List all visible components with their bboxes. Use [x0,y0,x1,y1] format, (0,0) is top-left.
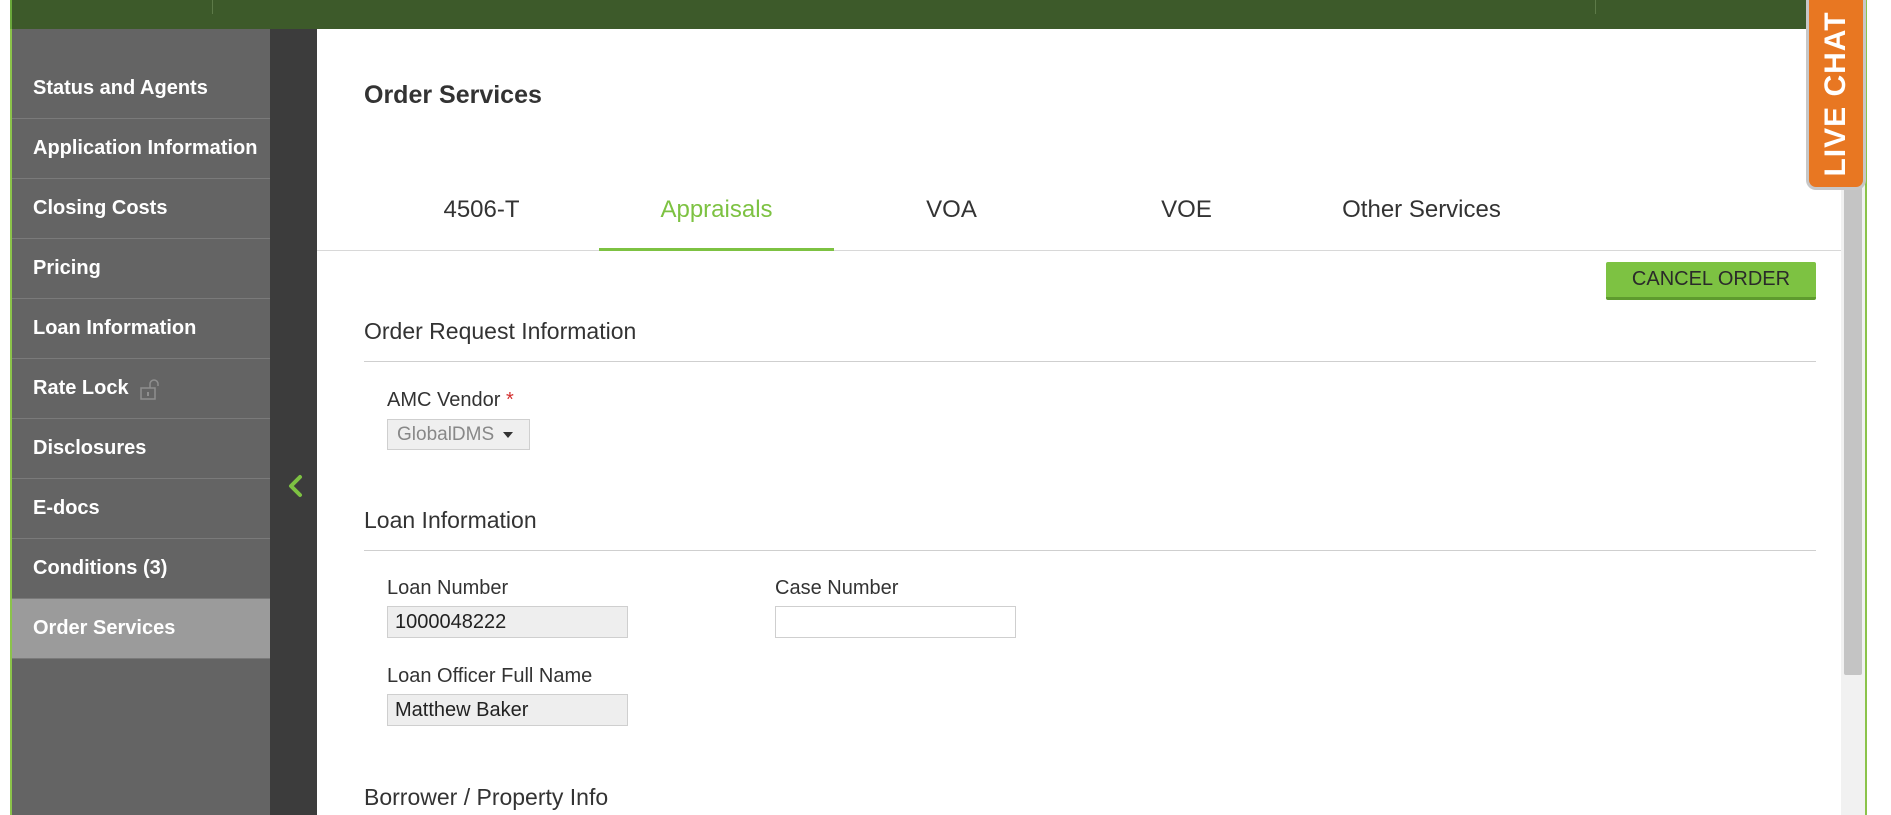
section-divider [364,361,1816,362]
cancel-order-button[interactable]: CANCEL ORDER [1606,262,1816,300]
sidebar-item-label: E-docs [33,497,100,519]
sidebar-item-e-docs[interactable]: E-docs [12,479,270,539]
section-title-borrower-property: Borrower / Property Info [364,784,609,810]
sidebar-item-application-information[interactable]: Application Information [12,119,270,179]
case-number-label: Case Number [775,577,899,599]
top-nav-bar [10,0,1891,29]
loan-number-label: Loan Number [387,577,509,599]
tab-appraisals[interactable]: Appraisals [599,169,834,251]
scrollbar-thumb[interactable] [1844,150,1862,675]
section-title-order-request: Order Request Information [364,318,637,344]
sidebar-item-label: Status and Agents [33,77,208,99]
sidebar-item-closing-costs[interactable]: Closing Costs [12,179,270,239]
sidebar-item-label: Closing Costs [33,197,168,219]
sidebar-item-conditions[interactable]: Conditions (3) [12,539,270,599]
tab-voe[interactable]: VOE [1069,169,1304,251]
sidebar-item-label: Loan Information [33,317,197,339]
required-marker: * [505,389,514,411]
loan-officer-label: Loan Officer Full Name [387,665,593,687]
main-content: Order Services 4506-T Appraisals VOA VOE… [317,29,1841,815]
sidebar-item-status-and-agents[interactable]: Status and Agents [12,59,270,119]
sidebar-item-label: Application Information [33,137,258,159]
window-border-right [1865,0,1891,815]
tab-4506-t[interactable]: 4506-T [364,169,599,251]
sidebar-item-label: Disclosures [33,437,147,459]
service-tabs: 4506-T Appraisals VOA VOE Other Services [317,169,1841,251]
amc-vendor-label: AMC Vendor * [387,389,514,412]
top-nav-divider [212,0,213,14]
tab-other-services[interactable]: Other Services [1304,169,1539,251]
caret-down-icon [503,431,514,438]
sidebar-item-loan-information[interactable]: Loan Information [12,299,270,359]
amc-vendor-value: GlobalDMS [397,423,495,445]
sidebar-item-label: Pricing [33,257,101,279]
sidebar-collapse-strip [270,29,317,815]
unlock-icon [139,378,159,400]
amc-vendor-select[interactable]: GlobalDMS [387,419,530,450]
sidebar-nav: Status and Agents Application Informatio… [12,29,270,815]
chevron-left-icon[interactable] [284,471,306,501]
amc-vendor-label-text: AMC Vendor [387,389,501,411]
section-title-loan-information: Loan Information [364,507,537,533]
loan-officer-field[interactable]: Matthew Baker [387,694,628,726]
page-title: Order Services [364,81,542,109]
sidebar-item-label: Order Services [33,617,176,639]
loan-number-field[interactable]: 1000048222 [387,606,628,638]
sidebar-item-label: Conditions (3) [33,557,168,579]
sidebar-item-label: Rate Lock [33,377,129,399]
sidebar-item-pricing[interactable]: Pricing [12,239,270,299]
tab-voa[interactable]: VOA [834,169,1069,251]
live-chat-label: LIVE CHAT [1819,10,1852,177]
top-nav-divider [1595,0,1596,14]
live-chat-button[interactable]: LIVE CHAT [1806,0,1866,190]
sidebar-item-rate-lock[interactable]: Rate Lock [12,359,270,419]
section-divider [364,550,1816,551]
sidebar-item-disclosures[interactable]: Disclosures [12,419,270,479]
case-number-field[interactable] [775,606,1016,638]
sidebar-item-order-services[interactable]: Order Services [12,599,270,659]
